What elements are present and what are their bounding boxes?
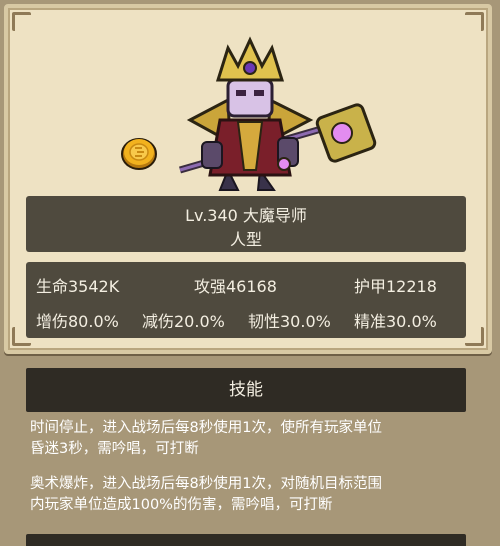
next-section-bar [26,534,466,546]
unit-stats-panel: 生命3542K 攻强46168 护甲12218 增伤80.0% 减伤20.0% … [26,262,466,338]
skill-line: 内玩家单位造成100%的伤害，需吟唱，可打断 [30,497,333,513]
unit-level-name: Lv.340 大魔导师 [185,206,307,225]
skill-description: 时间停止，进入战场后每8秒使用1次，使所有玩家单位 昏迷3秒，需吟唱，可打断 [30,418,470,460]
skill-line: 时间停止，进入战场后每8秒使用1次，使所有玩家单位 [30,420,382,436]
card-corner [465,327,484,346]
stat-damage-down: 减伤20.0% [142,312,225,331]
card-corner [465,12,484,31]
stat-toughness: 韧性30.0% [248,312,331,331]
stat-armor: 护甲12218 [354,277,437,296]
skills-header: 技能 [26,368,466,412]
skill-line: 奥术爆炸，进入战场后每8秒使用1次，对随机目标范围 [30,476,382,492]
skill-description: 奥术爆炸，进入战场后每8秒使用1次，对随机目标范围 内玩家单位造成100%的伤害… [30,474,470,516]
stat-accuracy: 精准30.0% [354,312,437,331]
skill-line: 昏迷3秒，需吟唱，可打断 [30,441,199,457]
stat-hp: 生命3542K [36,277,120,296]
unit-race: 人型 [229,230,262,249]
card-corner [12,12,31,31]
hero-portrait [179,36,377,191]
unit-name-bar: Lv.340 大魔导师 人型 [26,196,466,252]
stat-attack: 攻强46168 [194,277,277,296]
stat-damage-up: 增伤80.0% [36,312,119,331]
